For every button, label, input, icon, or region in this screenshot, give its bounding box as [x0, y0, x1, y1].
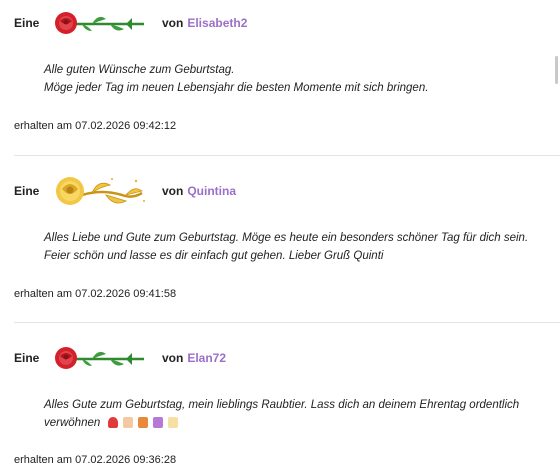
gift-message: Alles Liebe und Gute zum Geburtstag. Mög…: [44, 229, 554, 265]
received-timestamp: erhalten am 07.02.2026 09:41:58: [14, 288, 177, 300]
message-line: Feier schön und lasse es dir einfach gut…: [44, 250, 384, 262]
gift-eine-label: Eine: [14, 16, 40, 30]
gift-von-label: von: [162, 351, 184, 365]
golden-rose-icon: [56, 177, 145, 205]
sender-link[interactable]: Elan72: [187, 351, 226, 365]
message-line: Alle guten Wünsche zum Geburtstag.: [44, 64, 235, 76]
emoji-row: [108, 417, 179, 429]
message-text: verwöhnen: [44, 417, 101, 429]
gift-entry: Eine von Elisabeth2 Alle guten Wünsche z…: [0, 0, 560, 150]
gift-entry: Eine von Elan72 Alles Gute zum Geburtsta…: [0, 323, 560, 474]
red-rose-icon: [55, 347, 144, 369]
gift-header: Eine von Elisabeth2: [14, 8, 247, 38]
gift-eine-label: Eine: [14, 184, 40, 198]
received-timestamp: erhalten am 07.02.2026 09:42:12: [14, 120, 177, 132]
sender-link[interactable]: Quintina: [187, 184, 236, 198]
gift-eine-label: Eine: [14, 351, 40, 365]
red-rose-icon: [55, 12, 144, 34]
rose-emoji-icon: [108, 417, 119, 429]
gift-header: Eine von Elan72: [14, 343, 226, 373]
gift-message: Alle guten Wünsche zum Geburtstag. Möge …: [44, 61, 554, 97]
message-line: Alles Liebe und Gute zum Geburtstag. Mög…: [44, 232, 529, 244]
received-timestamp: erhalten am 07.02.2026 09:36:28: [14, 454, 177, 466]
cake-emoji-icon: [123, 417, 134, 429]
scrollbar[interactable]: [555, 56, 558, 84]
message-line: verwöhnen: [44, 414, 554, 432]
gift-header: Eine von Quintina: [14, 176, 236, 206]
message-line: Alles Gute zum Geburtstag, mein liebling…: [44, 399, 520, 411]
gift-entry: Eine von Quintina Alles Liebe und Gute z…: [0, 156, 560, 322]
gift-von-label: von: [162, 184, 184, 198]
gift-message: Alles Gute zum Geburtstag, mein liebling…: [44, 396, 554, 432]
gift-von-label: von: [162, 16, 184, 30]
message-line: Möge jeder Tag im neuen Lebensjahr die b…: [44, 82, 429, 94]
gift-feed: Eine von Elisabeth2 Alle guten Wünsche z…: [0, 0, 560, 474]
party-popper-emoji-icon: [153, 417, 164, 429]
candle-emoji-icon: [168, 417, 179, 429]
gift-emoji-icon: [138, 417, 149, 429]
sender-link[interactable]: Elisabeth2: [187, 16, 247, 30]
